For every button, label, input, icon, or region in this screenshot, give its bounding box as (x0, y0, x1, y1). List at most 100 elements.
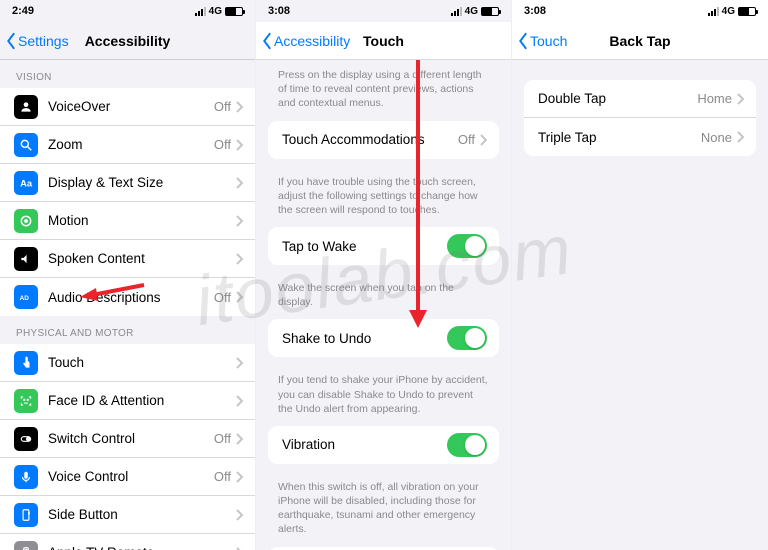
svg-text:Aa: Aa (20, 178, 33, 188)
row-call-audio-routing[interactable]: Call Audio Routing Automatic (268, 547, 499, 550)
row-vibration[interactable]: Vibration (268, 426, 499, 464)
audiodesc-icon: AD (14, 285, 38, 309)
row-touch-accommodations[interactable]: Touch Accommodations Off (268, 121, 499, 159)
back-button[interactable]: Accessibility (260, 32, 350, 50)
status-bar: 3:08 4G (512, 0, 768, 22)
backtap-option-row[interactable]: Triple TapNone (524, 118, 756, 156)
row-value: Off (214, 290, 231, 305)
row-label: Motion (48, 213, 235, 228)
chevron-right-icon (235, 509, 243, 521)
toggle-switch[interactable] (447, 433, 487, 457)
physical-row[interactable]: Face ID & Attention (0, 382, 255, 420)
chevron-right-icon (235, 177, 243, 189)
status-bar: 2:49 4G (0, 0, 255, 22)
vision-row[interactable]: Motion (0, 202, 255, 240)
toggle-switch[interactable] (447, 234, 487, 258)
phone-back-tap: 3:08 4G Touch Back Tap Double TapHomeTri… (512, 0, 768, 550)
network-label: 4G (209, 6, 222, 17)
back-label: Settings (18, 33, 69, 49)
navbar: Touch Back Tap (512, 22, 768, 60)
row-shake-to-undo[interactable]: Shake to Undo (268, 319, 499, 357)
section-header-vision: VISION (0, 60, 255, 88)
physical-group: Touch Face ID & Attention Switch ControlOf… (0, 344, 255, 550)
section-header-physical: PHYSICAL AND MOTOR (0, 316, 255, 344)
row-label: Shake to Undo (282, 331, 447, 346)
back-button[interactable]: Settings (4, 32, 69, 50)
chevron-right-icon (479, 134, 487, 146)
row-label: Tap to Wake (282, 239, 447, 254)
note-tapwake: Wake the screen when you tap on the disp… (256, 275, 511, 319)
vision-row[interactable]: Spoken Content (0, 240, 255, 278)
chevron-right-icon (235, 139, 243, 151)
row-value: Off (214, 137, 231, 152)
vision-group: VoiceOverOffZoomOffAaDisplay & Text Size… (0, 88, 255, 316)
row-value: Off (214, 99, 231, 114)
row-label: Touch Accommodations (282, 132, 458, 147)
vision-row[interactable]: ZoomOff (0, 126, 255, 164)
physical-row[interactable]: Side Button (0, 496, 255, 534)
chevron-right-icon (235, 433, 243, 445)
chevron-right-icon (235, 395, 243, 407)
signal-icon (195, 7, 206, 16)
navbar: Settings Accessibility (0, 22, 255, 60)
toggle-switch[interactable] (447, 326, 487, 350)
svg-text:AD: AD (20, 295, 30, 302)
motion-icon (14, 209, 38, 233)
network-label: 4G (722, 6, 735, 17)
row-label: Zoom (48, 137, 214, 152)
zoom-icon (14, 133, 38, 157)
network-label: 4G (465, 6, 478, 17)
row-value: Off (214, 431, 231, 446)
touch-icon (14, 351, 38, 375)
row-label: Voice Control (48, 469, 214, 484)
row-label: Triple Tap (538, 130, 701, 145)
chevron-right-icon (235, 471, 243, 483)
physical-row[interactable]: Touch (0, 344, 255, 382)
chevron-right-icon (235, 101, 243, 113)
chevron-right-icon (736, 93, 744, 105)
chevron-right-icon (235, 253, 243, 265)
chevron-right-icon (235, 291, 243, 303)
voiceover-icon (14, 95, 38, 119)
page-title: Accessibility (85, 33, 171, 49)
physical-row[interactable]: Apple TV Remote (0, 534, 255, 550)
vision-row[interactable]: AD Audio DescriptionsOff (0, 278, 255, 316)
faceid-icon (14, 389, 38, 413)
row-value: Off (458, 132, 475, 147)
page-title: Back Tap (609, 33, 670, 49)
textsize-icon: Aa (14, 171, 38, 195)
physical-row[interactable]: Switch ControlOff (0, 420, 255, 458)
chevron-right-icon (235, 357, 243, 369)
vision-row[interactable]: VoiceOverOff (0, 88, 255, 126)
row-label: Vibration (282, 437, 447, 452)
chevron-right-icon (235, 547, 243, 550)
switch-icon (14, 427, 38, 451)
row-value: Off (214, 469, 231, 484)
signal-icon (708, 7, 719, 16)
speech-icon (14, 247, 38, 271)
intro-note: Press on the display using a different l… (256, 60, 511, 121)
row-value: Home (697, 91, 732, 106)
side-icon (14, 503, 38, 527)
row-label: Face ID & Attention (48, 393, 235, 408)
row-label: Audio Descriptions (48, 290, 214, 305)
chevron-right-icon (235, 215, 243, 227)
note-vib: When this switch is off, all vibration o… (256, 474, 511, 547)
battery-icon (738, 7, 756, 16)
back-label: Accessibility (274, 33, 350, 49)
physical-row[interactable]: Voice ControlOff (0, 458, 255, 496)
clock: 3:08 (524, 5, 546, 17)
chevron-right-icon (736, 131, 744, 143)
page-title: Touch (363, 33, 404, 49)
backtap-option-row[interactable]: Double TapHome (524, 80, 756, 118)
vision-row[interactable]: AaDisplay & Text Size (0, 164, 255, 202)
row-label: Touch (48, 355, 235, 370)
backtap-group: Double TapHomeTriple TapNone (524, 80, 756, 156)
note-shake: If you tend to shake your iPhone by acci… (256, 367, 511, 426)
note-accom: If you have trouble using the touch scre… (256, 169, 511, 228)
back-button[interactable]: Touch (516, 32, 567, 50)
tvremote-icon (14, 541, 38, 550)
row-value: None (701, 130, 732, 145)
status-bar: 3:08 4G (256, 0, 511, 22)
row-tap-to-wake[interactable]: Tap to Wake (268, 227, 499, 265)
